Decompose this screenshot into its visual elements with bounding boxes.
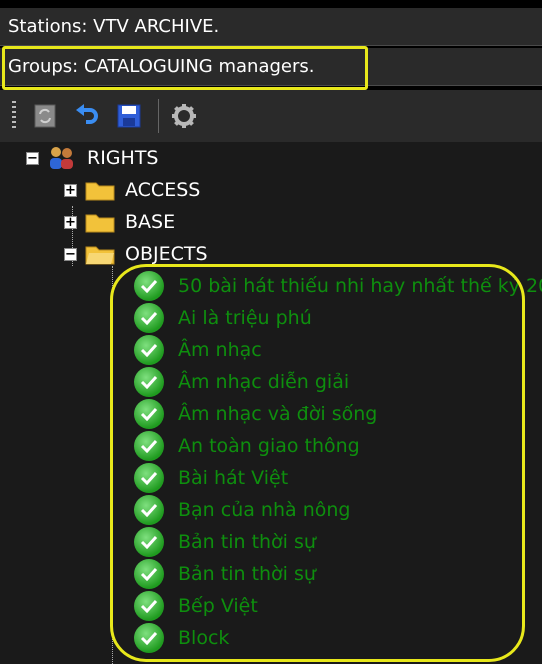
object-label: An toàn giao thông — [178, 435, 360, 457]
checkmark-icon[interactable] — [134, 303, 164, 333]
checkmark-icon[interactable] — [134, 495, 164, 525]
object-item[interactable]: Âm nhạc diễn giải — [134, 366, 349, 398]
object-item[interactable]: Block — [134, 622, 229, 654]
refresh-button[interactable] — [30, 101, 60, 131]
rights-tree[interactable]: − RIGHTS + ACCESS + BASE − OBJECTS 50 bà… — [0, 142, 542, 664]
save-button[interactable] — [114, 101, 144, 131]
tree-node-objects[interactable]: − OBJECTS — [64, 238, 208, 270]
tree-guide-line — [112, 266, 113, 664]
checkmark-icon[interactable] — [134, 271, 164, 301]
checkmark-icon[interactable] — [134, 559, 164, 589]
object-item[interactable]: Ai là triệu phú — [134, 302, 312, 334]
toolbar-separator — [158, 99, 159, 133]
toolbar-grip[interactable] — [12, 101, 16, 131]
object-item[interactable]: Âm nhạc và đời sống — [134, 398, 377, 430]
checkmark-icon[interactable] — [134, 463, 164, 493]
object-label: Bếp Việt — [178, 595, 258, 617]
tree-node-label: RIGHTS — [87, 147, 159, 169]
object-label: Block — [178, 627, 230, 649]
object-label: 50 bài hát thiếu nhi hay nhất thế kỷ 20 — [178, 275, 542, 297]
expand-icon[interactable]: + — [64, 215, 77, 229]
object-label: Bản tin thời sự — [178, 563, 316, 585]
object-label: Bản tin thời sự — [178, 531, 316, 553]
checkmark-icon[interactable] — [134, 527, 164, 557]
undo-icon — [76, 104, 98, 124]
groups-field[interactable]: Groups: CATALOGUING managers. — [0, 48, 542, 86]
checkmark-icon[interactable] — [134, 335, 164, 365]
checkmark-icon[interactable] — [134, 367, 164, 397]
tree-node-label: ACCESS — [125, 179, 201, 201]
groups-label: Groups: CATALOGUING managers. — [8, 56, 315, 77]
object-item[interactable]: Âm nhạc — [134, 334, 262, 366]
checkmark-icon[interactable] — [134, 431, 164, 461]
collapse-icon[interactable]: − — [26, 151, 39, 165]
folder-icon — [85, 182, 115, 201]
collapse-icon[interactable]: − — [64, 247, 77, 261]
object-item[interactable]: Bếp Việt — [134, 590, 258, 622]
refresh-icon — [34, 104, 56, 128]
stations-label: Stations: VTV ARCHIVE. — [8, 16, 220, 37]
stations-field[interactable]: Stations: VTV ARCHIVE. — [0, 8, 542, 46]
object-label: Âm nhạc diễn giải — [178, 371, 350, 393]
object-item[interactable]: An toàn giao thông — [134, 430, 360, 462]
checkmark-icon[interactable] — [134, 399, 164, 429]
object-item[interactable]: Bản tin thời sự — [134, 526, 316, 558]
toolbar — [0, 90, 542, 143]
object-label: Âm nhạc và đời sống — [178, 403, 378, 425]
undo-button[interactable] — [72, 101, 102, 131]
object-item[interactable]: Bản tin thời sự — [134, 558, 316, 590]
tree-node-rights[interactable]: − RIGHTS — [26, 142, 158, 174]
settings-button[interactable] — [169, 101, 199, 131]
folder-open-icon — [85, 246, 115, 265]
tree-node-label: OBJECTS — [125, 243, 208, 265]
object-label: Bài hát Việt — [178, 467, 289, 489]
object-label: Ai là triệu phú — [178, 307, 312, 329]
folder-icon — [85, 214, 115, 233]
checkmark-icon[interactable] — [134, 623, 164, 653]
tree-node-label: BASE — [125, 211, 176, 233]
object-label: Bạn của nhà nông — [178, 499, 351, 521]
checkmark-icon[interactable] — [134, 591, 164, 621]
users-icon — [50, 147, 73, 169]
expand-icon[interactable]: + — [64, 183, 77, 197]
object-item[interactable]: 50 bài hát thiếu nhi hay nhất thế kỷ 20 — [134, 270, 542, 302]
tree-node-access[interactable]: + ACCESS — [64, 174, 200, 206]
save-icon — [117, 104, 141, 128]
object-label: Âm nhạc — [178, 339, 262, 361]
object-item[interactable]: Bài hát Việt — [134, 462, 288, 494]
object-item[interactable]: Bạn của nhà nông — [134, 494, 350, 526]
gear-icon — [172, 104, 196, 128]
tree-node-base[interactable]: + BASE — [64, 206, 175, 238]
